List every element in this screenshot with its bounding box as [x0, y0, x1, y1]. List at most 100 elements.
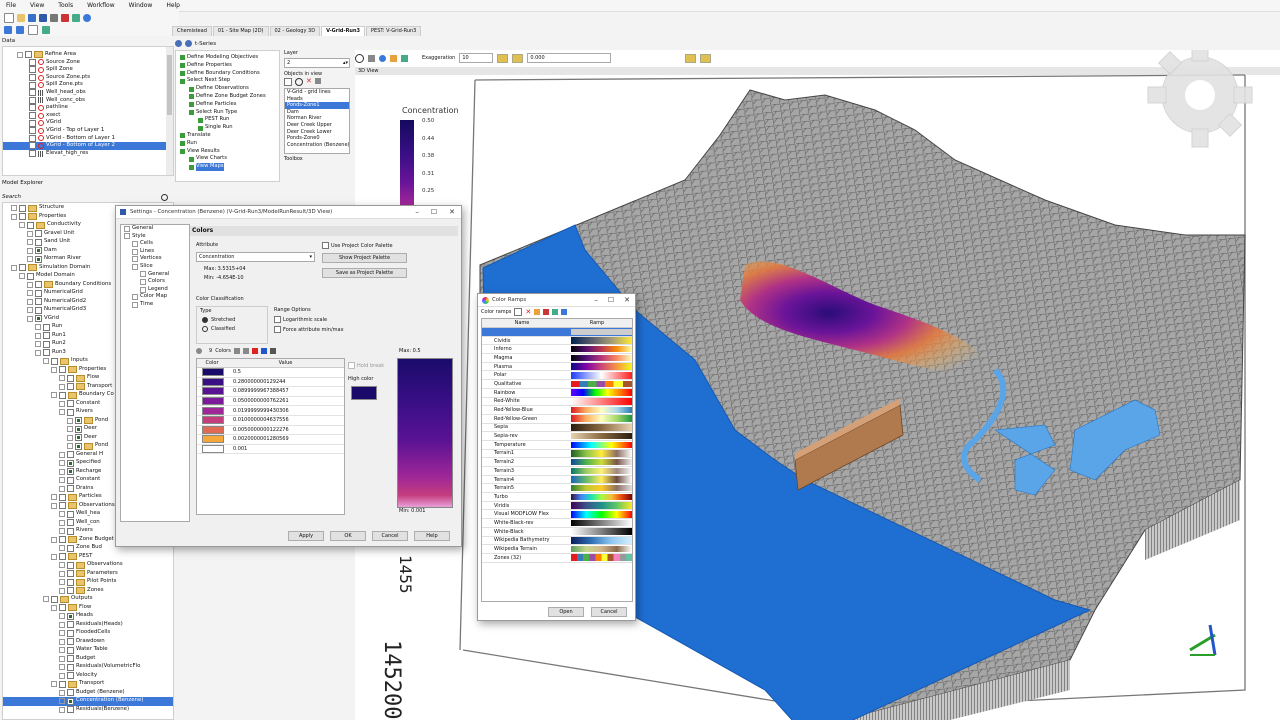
expand-icon[interactable] [51, 553, 57, 560]
attribute-select[interactable]: Concentration ▾ [196, 252, 315, 262]
expand-icon[interactable] [67, 434, 73, 441]
document-tab[interactable]: V-Grid-Run3 [321, 26, 366, 36]
ramp-row[interactable]: Magma [482, 354, 632, 363]
expand-icon[interactable] [59, 485, 65, 492]
data-tree-item[interactable]: Refine Area [3, 51, 173, 59]
remove-color-icon[interactable] [242, 348, 249, 354]
ramp-row[interactable]: Rainbow [482, 389, 632, 398]
color-swatch[interactable] [202, 425, 224, 434]
item-checkbox[interactable] [59, 536, 66, 544]
workflow-step[interactable]: Translate [176, 132, 279, 140]
settings-nav-item[interactable]: Style [121, 233, 189, 241]
ramp-row[interactable]: Cividis [482, 337, 632, 346]
item-checkbox[interactable] [51, 357, 58, 365]
document-tab[interactable]: Chemistead [172, 26, 212, 36]
expand-icon[interactable] [59, 570, 65, 577]
add-object-icon[interactable] [284, 78, 292, 86]
item-checkbox[interactable] [67, 672, 74, 680]
model-tree-item[interactable]: PEST [3, 553, 173, 562]
expand-icon[interactable] [59, 409, 65, 416]
menu-item[interactable]: File [6, 2, 16, 9]
expand-icon[interactable] [59, 519, 65, 526]
item-checkbox[interactable] [59, 553, 66, 561]
item-checkbox[interactable] [67, 663, 74, 671]
item-checkbox[interactable] [43, 349, 50, 357]
data-tree-item[interactable]: pathline [3, 104, 173, 112]
item-checkbox[interactable] [67, 374, 74, 382]
item-checkbox[interactable] [25, 51, 32, 59]
expand-icon[interactable] [124, 233, 130, 240]
ramp-row[interactable]: Inferno [482, 345, 632, 355]
ramp-row[interactable]: Sepia-rev [482, 432, 632, 441]
ramp-row[interactable]: Terrain1 [482, 450, 632, 459]
item-checkbox[interactable] [35, 247, 42, 255]
item-checkbox[interactable] [75, 442, 82, 450]
model-tree-item[interactable]: Zones [3, 587, 173, 596]
expand-icon[interactable] [59, 613, 65, 620]
workflow-step[interactable]: Define Particles [176, 101, 279, 109]
item-checkbox[interactable] [29, 104, 36, 112]
expand-icon[interactable] [140, 271, 146, 278]
item-checkbox[interactable] [67, 570, 74, 578]
flag-blue-icon[interactable] [260, 348, 267, 354]
item-checkbox[interactable] [67, 510, 74, 518]
maximize-icon[interactable]: ☐ [608, 296, 614, 304]
expand-icon[interactable] [59, 672, 65, 679]
cancel-button[interactable]: Cancel [372, 531, 408, 541]
ramp-row[interactable]: Plasma [482, 363, 632, 372]
item-checkbox[interactable] [67, 400, 74, 408]
expand-icon[interactable] [59, 383, 65, 390]
expand-icon[interactable] [59, 528, 65, 535]
cancel-button[interactable]: Cancel [591, 607, 627, 617]
open-button[interactable]: Open [548, 607, 584, 617]
item-checkbox[interactable] [43, 340, 50, 348]
object-item[interactable]: Deer Creek Upper [285, 122, 349, 129]
expand-icon[interactable] [67, 417, 73, 424]
expand-icon[interactable] [51, 494, 57, 501]
item-checkbox[interactable] [35, 315, 42, 323]
expand-icon[interactable] [19, 222, 25, 229]
expand-icon[interactable] [59, 664, 65, 671]
spinner-arrows-icon[interactable]: ▴▾ [343, 59, 348, 67]
menu-item[interactable]: Workflow [87, 2, 115, 9]
model-tree-item[interactable]: Residuals(Benzene) [3, 706, 173, 715]
expand-icon[interactable] [132, 294, 138, 301]
item-checkbox[interactable] [19, 213, 26, 221]
data-tree-item[interactable]: Spill Zone.pts [3, 81, 173, 89]
color-value[interactable]: 0.0500000000762261 [229, 398, 289, 404]
color-row[interactable]: 0.280000000129244 [197, 377, 344, 388]
expand-icon[interactable] [35, 332, 41, 339]
expand-icon[interactable] [124, 225, 130, 232]
menu-item[interactable]: Help [166, 2, 180, 9]
data-scrollbar[interactable] [166, 47, 173, 175]
force-minmax-checkbox[interactable]: Force attribute min/max [274, 326, 448, 333]
item-checkbox[interactable] [19, 264, 26, 272]
color-swatch[interactable] [202, 377, 224, 386]
expand-icon[interactable] [27, 239, 33, 246]
item-checkbox[interactable] [67, 689, 74, 697]
data-tree-item[interactable]: VGrid - Bottom of Layer 2 [3, 142, 173, 150]
ramp-row[interactable]: Red-Yellow-Green [482, 415, 632, 424]
ok-button[interactable]: OK [330, 531, 366, 541]
print-icon[interactable] [50, 13, 58, 22]
model-tree-item[interactable]: Budget [3, 655, 173, 664]
item-checkbox[interactable] [67, 578, 74, 586]
item-checkbox[interactable] [67, 612, 74, 620]
high-color-swatch[interactable] [351, 386, 377, 400]
data-tree-item[interactable]: xsect [3, 112, 173, 120]
expand-icon[interactable] [19, 273, 25, 280]
item-checkbox[interactable] [67, 459, 74, 467]
expand-icon[interactable] [27, 247, 33, 254]
model-tree-item[interactable]: FloodedCells [3, 629, 173, 638]
workflow-step[interactable]: Run [176, 140, 279, 148]
model-tree-item[interactable]: Pilot Points [3, 578, 173, 587]
item-checkbox[interactable] [67, 383, 74, 391]
arrow-up-icon[interactable] [4, 26, 12, 34]
color-row[interactable]: 0.0899999967388457 [197, 387, 344, 397]
close-icon[interactable] [61, 13, 69, 22]
expand-icon[interactable] [67, 426, 73, 433]
workflow-step[interactable]: Select Next Step [176, 77, 279, 85]
item-checkbox[interactable] [51, 595, 58, 603]
object-item[interactable]: Heads [285, 96, 349, 103]
settings-nav-item[interactable]: Vertices [121, 255, 189, 263]
